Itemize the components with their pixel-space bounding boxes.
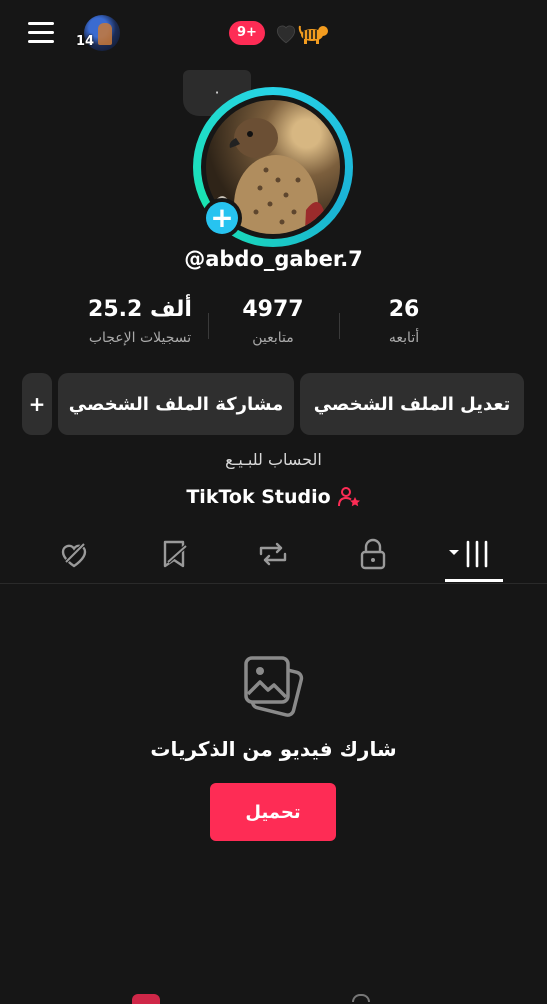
tab-videos[interactable]	[446, 536, 496, 572]
tiktok-studio-label: TikTok Studio	[186, 486, 331, 508]
bottom-nav-profile-peek	[352, 994, 370, 1002]
bottom-nav-create-peek	[132, 994, 160, 1004]
lock-icon	[360, 538, 386, 570]
grid-videos-icon	[466, 540, 488, 568]
following-label: أتابعه	[388, 330, 420, 346]
add-story-button[interactable]: +	[202, 198, 242, 238]
likes-count: 25.2 ألف	[88, 297, 192, 322]
active-tab-indicator	[445, 579, 503, 582]
photos-memories-icon	[244, 656, 304, 717]
chevron-down-icon	[449, 550, 459, 555]
edit-profile-button[interactable]: تعديل الملف الشخصي	[300, 373, 524, 435]
tab-private[interactable]	[351, 536, 395, 572]
followers-stat[interactable]: 4977 متابعين	[203, 297, 343, 346]
account-badge-count: 14	[76, 34, 95, 49]
menu-button[interactable]	[26, 20, 58, 46]
followers-label: متابعين	[252, 330, 294, 346]
profile-bio: الحساب للبـيـع	[225, 450, 322, 469]
tab-reposts[interactable]	[251, 536, 295, 572]
username: @abdo_gaber.7	[184, 247, 363, 271]
add-friend-button[interactable]: +	[22, 373, 52, 435]
upload-button[interactable]: تحميل	[210, 783, 336, 841]
plus-icon: +	[210, 201, 234, 234]
share-profile-button[interactable]: مشاركة الملف الشخصي	[58, 373, 294, 435]
tab-liked[interactable]	[52, 536, 96, 572]
tiger-icon	[298, 25, 328, 44]
creator-star-icon	[337, 487, 360, 507]
black-heart-icon	[276, 25, 296, 44]
tab-favorites[interactable]	[152, 536, 196, 572]
likes-label: تسجيلات الإعجاب	[88, 330, 192, 346]
likes-stat[interactable]: 25.2 ألف تسجيلات الإعجاب	[70, 297, 210, 346]
following-count: 26	[388, 297, 420, 322]
notification-badge[interactable]: 9+	[229, 21, 265, 45]
empty-state-title: شارك فيديو من الذكريات	[150, 737, 397, 761]
tiktok-studio-link[interactable]: TikTok Studio	[0, 486, 547, 508]
following-stat[interactable]: 26 أتابعه	[334, 297, 474, 346]
repost-icon	[259, 542, 287, 566]
tabs-divider	[0, 583, 547, 584]
followers-count: 4977	[242, 297, 304, 322]
